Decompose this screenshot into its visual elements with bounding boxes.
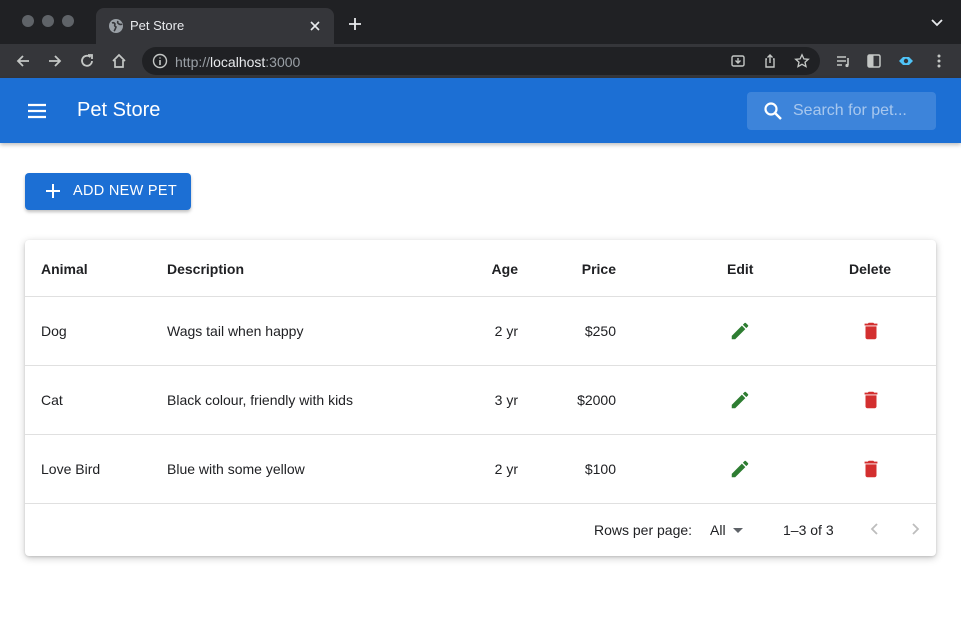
trash-icon[interactable]	[860, 457, 882, 481]
pencil-icon[interactable]	[729, 320, 751, 342]
column-header-animal: Animal	[41, 261, 88, 277]
share-icon[interactable]	[762, 53, 778, 69]
search-box[interactable]	[747, 92, 936, 130]
page-range-info: 1–3 of 3	[783, 522, 834, 538]
tab-title: Pet Store	[130, 18, 185, 33]
age-cell: 2 yr	[494, 323, 518, 339]
menu-icon[interactable]	[25, 99, 49, 123]
close-tab-icon[interactable]	[306, 17, 324, 35]
description-cell: Wags tail when happy	[167, 323, 304, 339]
forward-icon[interactable]	[46, 52, 64, 70]
bookmark-star-icon[interactable]	[794, 53, 810, 69]
pets-table: Animal Description Age Price Edit Delete…	[25, 240, 936, 556]
globe-icon	[109, 19, 123, 33]
price-cell: $2000	[577, 392, 616, 408]
url-text: http://localhost:3000	[175, 54, 301, 70]
description-cell: Black colour, friendly with kids	[167, 392, 353, 408]
table-row: Love Bird Blue with some yellow 2 yr $10…	[25, 435, 936, 504]
animal-cell: Dog	[41, 323, 67, 339]
chevron-right-icon[interactable]	[905, 519, 925, 539]
site-info-icon[interactable]	[152, 53, 168, 69]
column-header-edit: Edit	[727, 261, 754, 277]
search-input[interactable]	[793, 92, 931, 130]
caret-down-icon[interactable]	[732, 527, 744, 535]
minimize-window-button[interactable]	[42, 15, 54, 27]
description-cell: Blue with some yellow	[167, 461, 305, 477]
pencil-icon[interactable]	[729, 389, 751, 411]
animal-cell: Love Bird	[41, 461, 101, 477]
table-row: Dog Wags tail when happy 2 yr $250	[25, 297, 936, 366]
tab-strip: Pet Store	[0, 0, 961, 44]
more-menu-icon[interactable]	[930, 52, 948, 70]
side-panel-icon[interactable]	[865, 52, 883, 70]
home-icon[interactable]	[110, 52, 128, 70]
rows-per-page-label: Rows per page:	[594, 522, 693, 538]
reload-icon[interactable]	[78, 52, 96, 70]
column-header-price: Price	[581, 261, 616, 277]
app-bar: Pet Store	[0, 78, 961, 143]
close-window-button[interactable]	[22, 15, 34, 27]
back-icon[interactable]	[14, 52, 32, 70]
age-cell: 3 yr	[494, 392, 518, 408]
price-cell: $100	[584, 461, 616, 477]
browser-tab[interactable]: Pet Store	[96, 8, 334, 44]
tab-search-chevron-icon[interactable]	[930, 17, 944, 29]
animal-cell: Cat	[41, 392, 63, 408]
add-new-pet-label: ADD NEW PET	[73, 183, 177, 199]
column-header-description: Description	[167, 261, 245, 277]
add-new-pet-button[interactable]: ADD NEW PET	[25, 173, 191, 210]
trash-icon[interactable]	[860, 388, 882, 412]
address-bar[interactable]: http://localhost:3000	[142, 47, 820, 75]
rows-per-page-select[interactable]: All	[710, 522, 726, 538]
chevron-left-icon[interactable]	[865, 519, 885, 539]
extension-icon[interactable]	[897, 52, 915, 70]
plus-icon	[46, 184, 60, 198]
browser-window: Pet Store http://localhost:3000 Pet Stor…	[0, 0, 961, 619]
table-pagination: Rows per page: All 1–3 of 3	[25, 504, 936, 556]
column-header-delete: Delete	[849, 261, 892, 277]
table-header-row: Animal Description Age Price Edit Delete	[25, 240, 936, 297]
new-tab-icon[interactable]	[346, 15, 364, 33]
install-app-icon[interactable]	[730, 53, 746, 69]
age-cell: 2 yr	[494, 461, 518, 477]
reading-list-icon[interactable]	[834, 52, 852, 70]
zoom-window-button[interactable]	[62, 15, 74, 27]
price-cell: $250	[584, 323, 616, 339]
app-title: Pet Store	[77, 99, 161, 121]
browser-toolbar: http://localhost:3000	[0, 44, 961, 78]
column-header-age: Age	[491, 261, 518, 277]
table-row: Cat Black colour, friendly with kids 3 y…	[25, 366, 936, 435]
pencil-icon[interactable]	[729, 458, 751, 480]
search-icon	[764, 102, 782, 120]
trash-icon[interactable]	[860, 319, 882, 343]
